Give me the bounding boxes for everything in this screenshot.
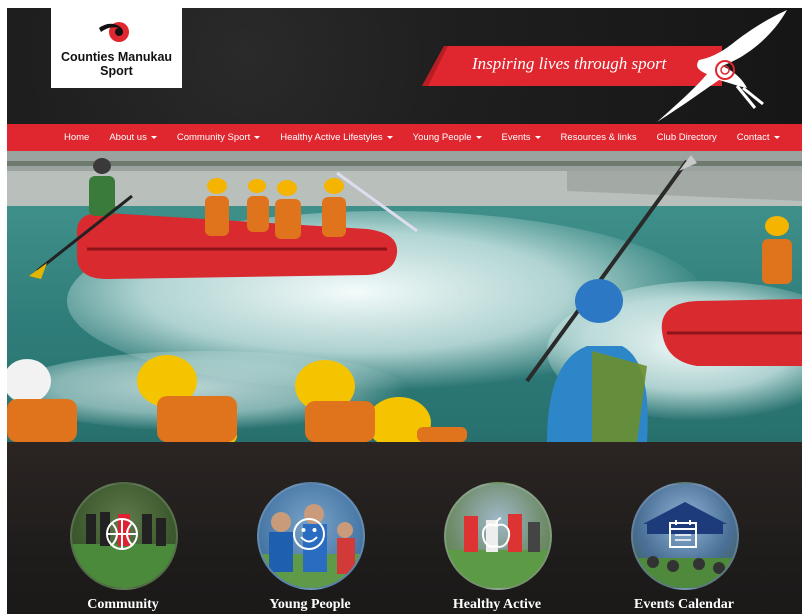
feature-label-community[interactable]: Community bbox=[33, 597, 213, 613]
apple-icon bbox=[481, 517, 511, 548]
page-frame: Counties Manukau Sport Inspiring lives t… bbox=[7, 8, 802, 614]
nav-label: Community Sport bbox=[176, 132, 251, 143]
caret-down-icon bbox=[150, 136, 157, 139]
feature-label-events-calendar[interactable]: Events Calendar bbox=[594, 597, 774, 613]
smiley-icon bbox=[293, 518, 325, 550]
hero-image bbox=[7, 151, 802, 442]
nav-item-about-us[interactable]: About us bbox=[109, 132, 157, 143]
feature-community[interactable] bbox=[70, 482, 180, 592]
nav-item-home[interactable]: Home bbox=[64, 132, 89, 143]
logo-line-1: Counties Manukau bbox=[60, 50, 173, 64]
caret-down-icon bbox=[534, 136, 541, 139]
caret-down-icon bbox=[773, 136, 780, 139]
rafting-scene bbox=[7, 151, 802, 442]
feature-label-young-people[interactable]: Young People bbox=[220, 597, 400, 613]
logo-line-2: Sport bbox=[100, 64, 133, 78]
caret-down-icon bbox=[475, 136, 482, 139]
nav-item-healthy-active-lifestyles[interactable]: Healthy Active Lifestyles bbox=[280, 132, 393, 143]
nav-label: Home bbox=[64, 132, 90, 143]
main-navigation: Home About us Community Sport Healthy Ac… bbox=[7, 124, 802, 151]
feature-young-people[interactable] bbox=[257, 482, 367, 592]
nav-item-club-directory[interactable]: Club Directory bbox=[657, 132, 717, 143]
nav-label: Healthy Active Lifestyles bbox=[280, 132, 383, 143]
nav-item-contact[interactable]: Contact bbox=[737, 132, 780, 143]
site-logo[interactable]: Counties Manukau Sport bbox=[51, 8, 182, 88]
feature-events-calendar[interactable] bbox=[631, 482, 741, 592]
basketball-icon bbox=[106, 518, 138, 550]
nav-label: Club Directory bbox=[656, 132, 717, 143]
feature-label-healthy-active[interactable]: Healthy Active bbox=[407, 597, 587, 613]
calendar-icon bbox=[669, 520, 697, 548]
site-header: Counties Manukau Sport Inspiring lives t… bbox=[7, 8, 802, 124]
caret-down-icon bbox=[386, 136, 393, 139]
logo-text: Counties Manukau Sport bbox=[51, 50, 182, 78]
bird-graphic-icon bbox=[657, 10, 787, 122]
nav-label: Events bbox=[501, 132, 531, 143]
logo-mark-icon bbox=[99, 22, 129, 42]
nav-label: About us bbox=[109, 132, 147, 143]
nav-item-young-people[interactable]: Young People bbox=[413, 132, 482, 143]
feature-healthy-active[interactable] bbox=[444, 482, 554, 592]
nav-label: Young People bbox=[412, 132, 472, 143]
feature-section: Community Young People Healthy Active Ev… bbox=[7, 442, 802, 614]
nav-label: Resources & links bbox=[560, 132, 637, 143]
nav-item-community-sport[interactable]: Community Sport bbox=[176, 132, 261, 143]
caret-down-icon bbox=[254, 136, 261, 139]
nav-item-resources-links[interactable]: Resources & links bbox=[561, 132, 637, 143]
nav-label: Contact bbox=[736, 132, 770, 143]
nav-item-events[interactable]: Events bbox=[502, 132, 541, 143]
